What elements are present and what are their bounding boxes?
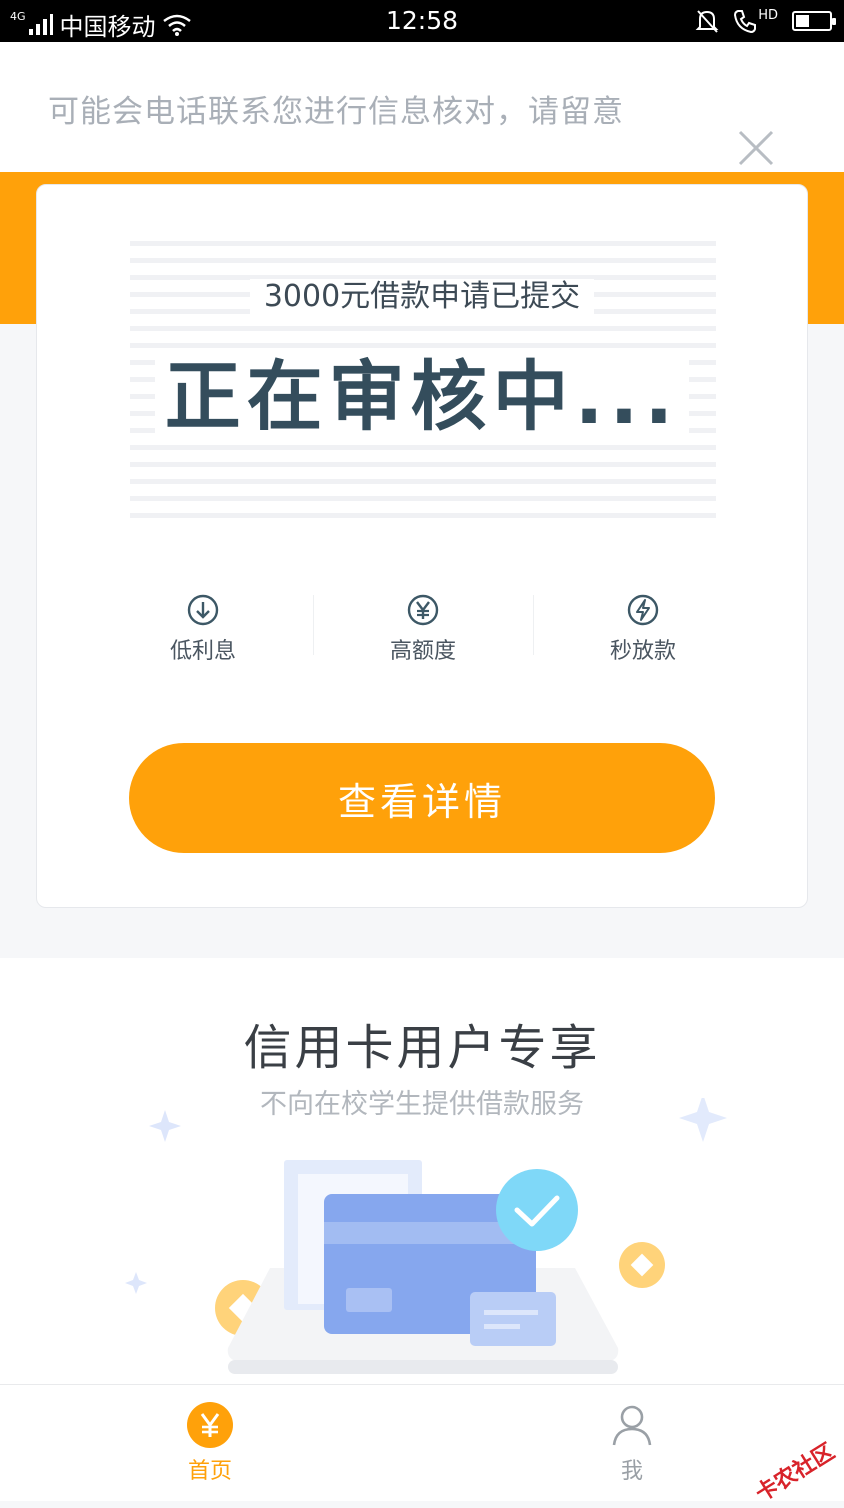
review-status-heading: 正在审核中... bbox=[37, 335, 807, 445]
bell-muted-icon bbox=[695, 10, 719, 33]
notice-banner: 可能会电话联系您进行信息核对，请留意 bbox=[0, 42, 844, 172]
volte-label: HD bbox=[758, 8, 778, 23]
bottom-tab-bar: 首页 我 卡农社区 bbox=[0, 1384, 844, 1507]
feature-fast-payout: 秒放款 bbox=[533, 583, 753, 683]
battery-icon bbox=[792, 11, 836, 31]
status-bar: 4G 中国移动 12:58 HD bbox=[0, 0, 844, 42]
feature-label: 秒放款 bbox=[609, 639, 676, 664]
credit-card-promo[interactable]: 信用卡用户专享 不向在校学生提供借款服务 bbox=[0, 958, 844, 1384]
user-icon bbox=[612, 1405, 652, 1446]
download-circle-icon bbox=[187, 594, 219, 626]
view-details-button[interactable]: 查看详情 bbox=[129, 743, 715, 853]
battery-level bbox=[796, 15, 809, 27]
yuan-icon bbox=[187, 1402, 233, 1448]
volte-indicator: HD bbox=[733, 8, 778, 34]
application-status-card: 3000元借款申请已提交 正在审核中... 低利息 高额度 秒放款 查看详情 bbox=[36, 184, 808, 908]
feature-list: 低利息 高额度 秒放款 bbox=[93, 583, 753, 683]
feature-high-limit: 高额度 bbox=[313, 583, 533, 683]
tab-me-label: 我 bbox=[620, 1459, 643, 1484]
submitted-text: 3000元借款申请已提交 bbox=[37, 271, 807, 315]
feature-label: 低利息 bbox=[169, 639, 236, 664]
lightning-circle-icon bbox=[627, 594, 659, 626]
watermark: 卡农社区 bbox=[751, 1439, 840, 1508]
status-right: HD bbox=[695, 8, 836, 34]
promo-title: 信用卡用户专享 bbox=[243, 1020, 601, 1076]
feature-low-interest: 低利息 bbox=[93, 583, 313, 683]
notice-text: 可能会电话联系您进行信息核对，请留意 bbox=[48, 94, 624, 130]
close-icon[interactable] bbox=[736, 128, 776, 168]
phone-icon bbox=[734, 10, 757, 34]
tab-home[interactable]: 首页 bbox=[150, 1401, 270, 1485]
feature-label: 高额度 bbox=[389, 639, 456, 664]
credit-card-illustration bbox=[125, 1098, 727, 1374]
yuan-circle-icon bbox=[407, 594, 439, 626]
tab-home-label: 首页 bbox=[187, 1459, 232, 1484]
tab-me[interactable]: 我 bbox=[572, 1401, 692, 1485]
